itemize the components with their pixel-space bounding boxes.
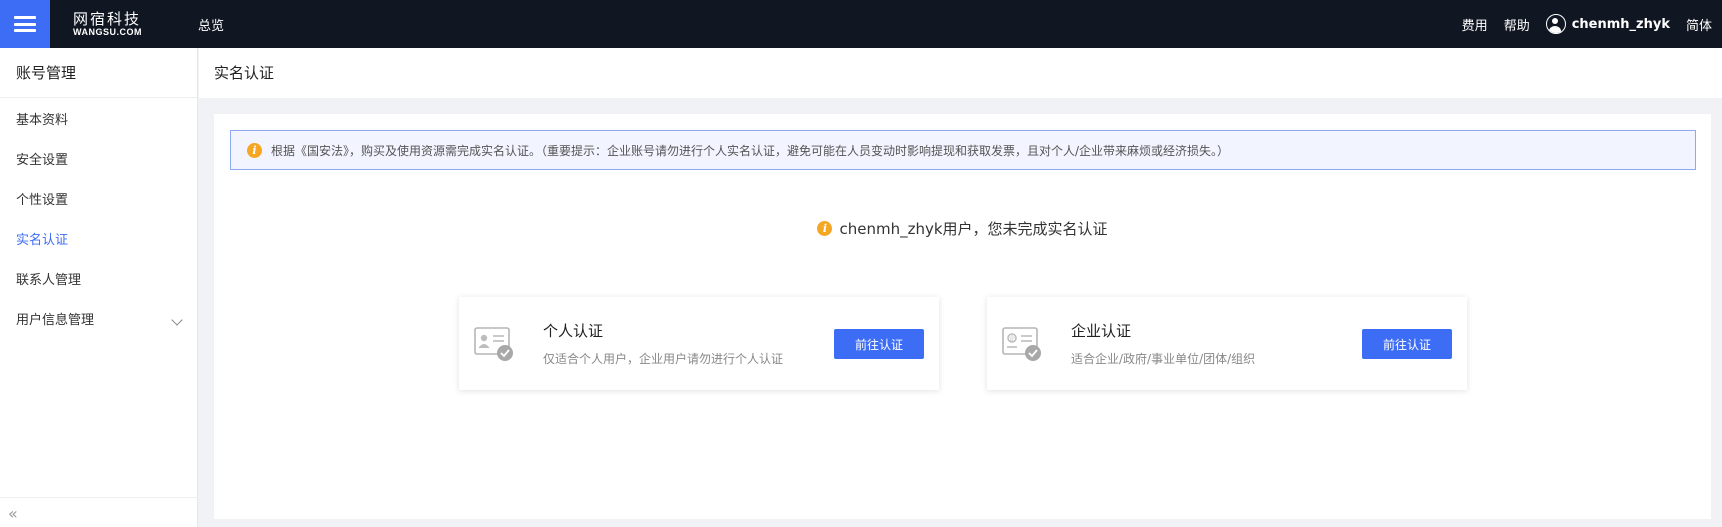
card-description: 适合企业/政府/事业单位/团体/组织 (1071, 352, 1256, 366)
id-card-check-icon (474, 327, 513, 361)
chevron-down-icon (171, 314, 183, 326)
logo[interactable]: 网宿科技 WANGSU.COM (73, 9, 173, 37)
card-title: 个人认证 (543, 322, 604, 340)
enterprise-auth-card: 企 企业认证 适合企业/政府/事业单位/团体/组织 前往认证 (987, 297, 1467, 390)
notice-text: 根据《国安法》，购买及使用资源需完成实名认证。（重要提示：企业账号请勿进行个人实… (271, 143, 1230, 158)
help-link[interactable]: 帮助 (1504, 15, 1530, 34)
double-chevron-left-icon: « (8, 504, 18, 523)
logo-text-en: WANGSU.COM (73, 26, 142, 37)
main-panel: i 根据《国安法》，购买及使用资源需完成实名认证。（重要提示：企业账号请勿进行个… (214, 114, 1711, 519)
info-icon: i (247, 142, 262, 158)
enterprise-auth-button[interactable]: 前往认证 (1362, 329, 1452, 359)
logo-text-cn: 网宿科技 (73, 9, 142, 28)
auth-status: i chenmh_zhyk用户，您未完成实名认证 (214, 218, 1711, 239)
user-menu[interactable]: chenmh_zhyk (1545, 14, 1670, 34)
warning-icon: i (817, 221, 833, 236)
sidebar-collapse-button[interactable]: « (0, 497, 198, 527)
sidebar-item-personalization[interactable]: 个性设置 (0, 181, 197, 221)
sidebar-item-contacts[interactable]: 联系人管理 (0, 261, 197, 301)
user-avatar-icon (1545, 14, 1566, 34)
card-description: 仅适合个人用户，企业用户请勿进行个人认证 (543, 352, 784, 366)
card-title: 企业认证 (1071, 322, 1132, 340)
page-title: 实名认证 (199, 48, 1722, 98)
hamburger-icon (14, 16, 36, 32)
top-navbar: 网宿科技 WANGSU.COM 总览 费用 帮助 chenmh_zhyk 简体 (0, 0, 1722, 48)
sidebar: 账号管理 基本资料 安全设置 个性设置 实名认证 联系人管理 用户信息管理 « (0, 48, 198, 527)
notice-banner: i 根据《国安法》，购买及使用资源需完成实名认证。（重要提示：企业账号请勿进行个… (230, 130, 1696, 170)
sidebar-item-real-name-auth[interactable]: 实名认证 (0, 221, 197, 261)
nav-overview[interactable]: 总览 (198, 15, 224, 34)
sidebar-item-user-info[interactable]: 用户信息管理 (0, 301, 197, 341)
sidebar-item-label: 用户信息管理 (16, 313, 95, 328)
sidebar-item-basic-info[interactable]: 基本资料 (0, 101, 197, 141)
personal-auth-button[interactable]: 前往认证 (834, 329, 924, 359)
personal-auth-card: 个人认证 仅适合个人用户，企业用户请勿进行个人认证 前往认证 (459, 297, 939, 390)
topbar-actions: 费用 帮助 chenmh_zhyk 简体 (1462, 14, 1722, 34)
language-switch[interactable]: 简体 (1686, 15, 1712, 34)
sidebar-item-security[interactable]: 安全设置 (0, 141, 197, 181)
svg-text:企: 企 (1009, 335, 1015, 343)
username: chenmh_zhyk (1571, 16, 1670, 32)
fees-link[interactable]: 费用 (1462, 15, 1488, 34)
auth-status-text: chenmh_zhyk用户，您未完成实名认证 (839, 220, 1108, 238)
id-card-check-icon: 企 (1002, 327, 1041, 361)
sidebar-title: 账号管理 (0, 48, 197, 98)
menu-button[interactable] (0, 0, 50, 48)
